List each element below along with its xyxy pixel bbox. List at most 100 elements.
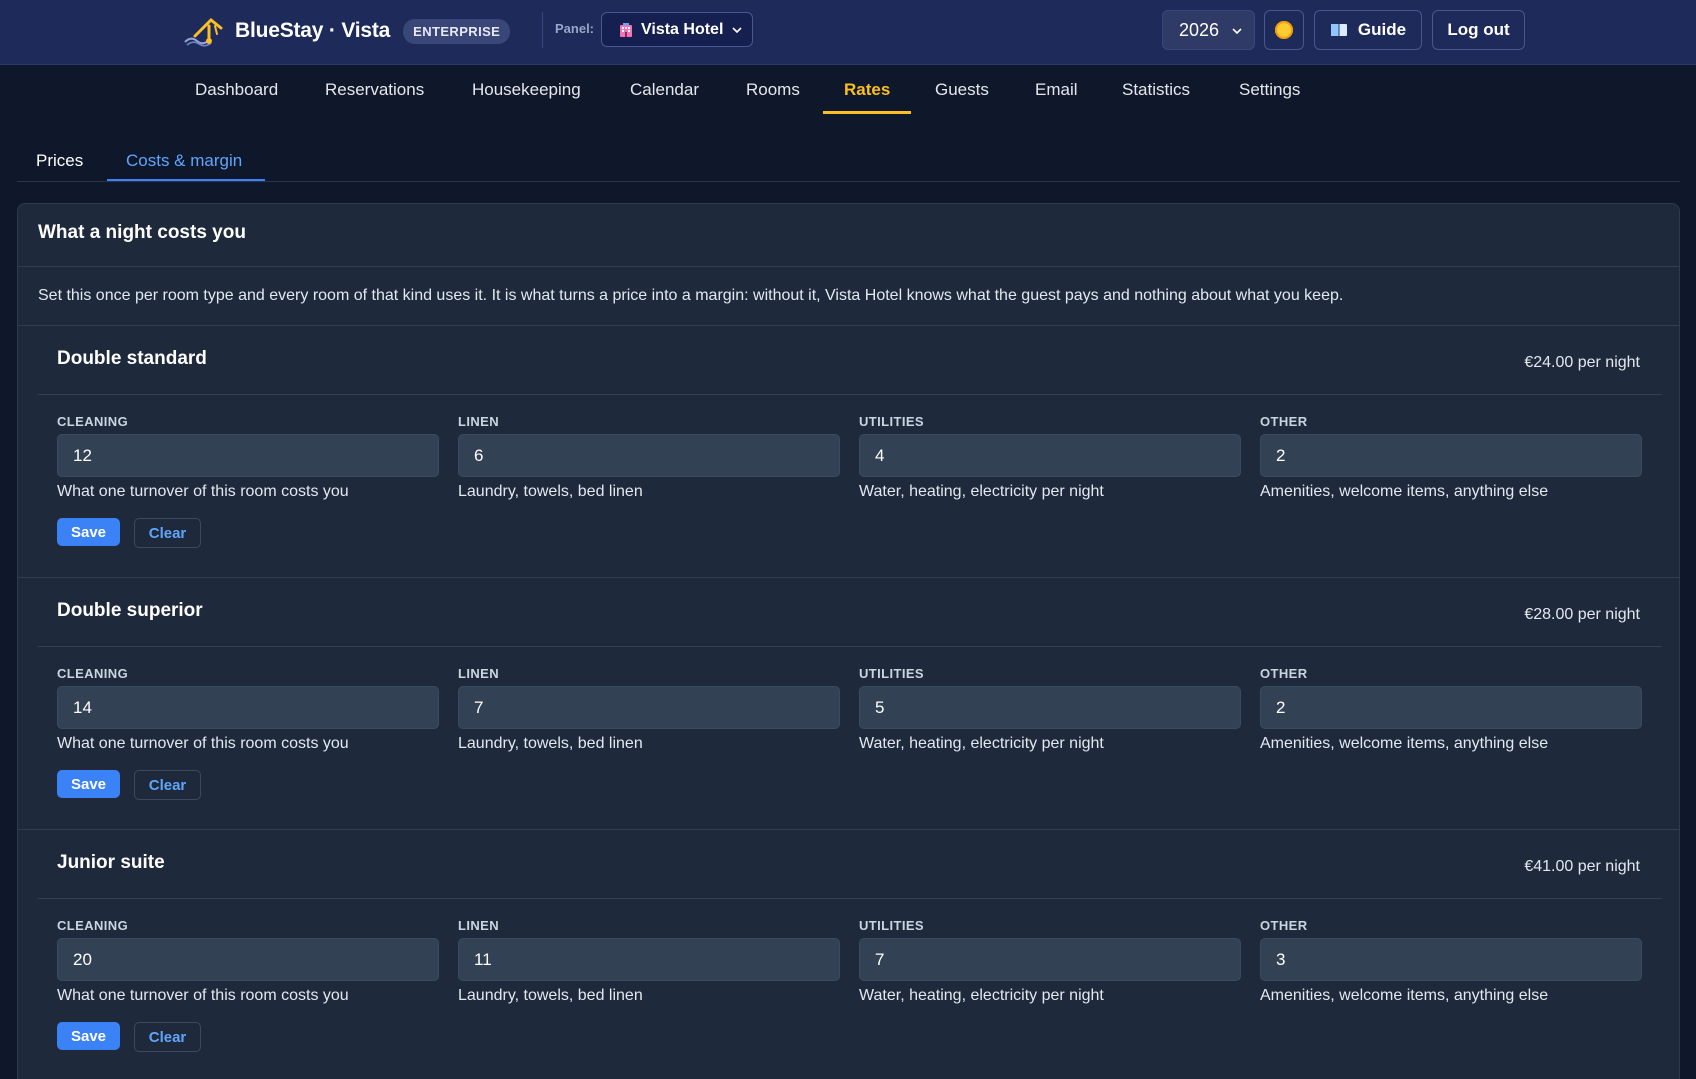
- linen-input[interactable]: [458, 434, 840, 477]
- cleaning-hint: What one turnover of this room costs you: [57, 987, 349, 1004]
- chevron-down-icon: [732, 27, 742, 34]
- nav-settings[interactable]: Settings: [1239, 65, 1300, 114]
- utilities-hint: Water, heating, electricity per night: [859, 735, 1104, 752]
- other-label: OTHER: [1260, 666, 1308, 681]
- room-cost-section: Junior suite €41.00 per night CLEANING W…: [18, 830, 1679, 1079]
- room-cost-section: Double standard €24.00 per night CLEANIN…: [18, 326, 1679, 578]
- room-name: Junior suite: [57, 852, 165, 873]
- nav-dashboard[interactable]: Dashboard: [195, 65, 278, 114]
- room-total: €24.00 per night: [1524, 354, 1640, 371]
- cleaning-hint: What one turnover of this room costs you: [57, 483, 349, 500]
- cleaning-input[interactable]: [57, 434, 439, 477]
- linen-field: LINEN Laundry, towels, bed linen: [458, 414, 840, 501]
- utilities-hint: Water, heating, electricity per night: [859, 987, 1104, 1004]
- nav-calendar[interactable]: Calendar: [630, 65, 699, 114]
- nav-email[interactable]: Email: [1035, 65, 1078, 114]
- save-button[interactable]: Save: [57, 1022, 120, 1050]
- hotel-icon: [620, 22, 632, 37]
- linen-label: LINEN: [458, 666, 499, 681]
- linen-input[interactable]: [458, 938, 840, 981]
- utilities-field: UTILITIES Water, heating, electricity pe…: [859, 918, 1241, 1005]
- costs-card: What a night costs you Set this once per…: [17, 203, 1680, 1079]
- cleaning-field: CLEANING What one turnover of this room …: [57, 918, 439, 1005]
- nav-housekeeping[interactable]: Housekeeping: [472, 65, 581, 114]
- room-name: Double standard: [57, 348, 207, 369]
- other-field: OTHER Amenities, welcome items, anything…: [1260, 918, 1642, 1005]
- divider: [18, 266, 1679, 267]
- clear-button[interactable]: Clear: [134, 518, 201, 548]
- bluestay-logo-icon: [184, 17, 223, 47]
- sun-icon: [1275, 21, 1293, 39]
- main-nav: Dashboard Reservations Housekeeping Cale…: [0, 65, 1696, 115]
- clear-button[interactable]: Clear: [134, 1022, 201, 1052]
- guide-button[interactable]: Guide: [1314, 10, 1422, 50]
- cleaning-input[interactable]: [57, 938, 439, 981]
- tab-active-indicator: [107, 179, 265, 181]
- cleaning-label: CLEANING: [57, 666, 129, 681]
- nav-guests[interactable]: Guests: [935, 65, 989, 114]
- divider: [38, 394, 1662, 395]
- cleaning-hint: What one turnover of this room costs you: [57, 735, 349, 752]
- logout-button[interactable]: Log out: [1432, 10, 1525, 50]
- cleaning-label: CLEANING: [57, 414, 129, 429]
- nav-active-indicator: [823, 111, 911, 114]
- panel-value: Vista Hotel: [641, 20, 724, 38]
- cleaning-label: CLEANING: [57, 918, 129, 933]
- utilities-hint: Water, heating, electricity per night: [859, 483, 1104, 500]
- linen-field: LINEN Laundry, towels, bed linen: [458, 666, 840, 753]
- other-input[interactable]: [1260, 938, 1642, 981]
- utilities-input[interactable]: [859, 434, 1241, 477]
- tab-prices[interactable]: Prices: [36, 140, 83, 181]
- year-value: 2026: [1179, 19, 1220, 40]
- linen-hint: Laundry, towels, bed linen: [458, 987, 643, 1004]
- year-select[interactable]: 2026: [1162, 10, 1255, 50]
- linen-hint: Laundry, towels, bed linen: [458, 483, 643, 500]
- other-field: OTHER Amenities, welcome items, anything…: [1260, 414, 1642, 501]
- other-label: OTHER: [1260, 414, 1308, 429]
- utilities-label: UTILITIES: [859, 414, 924, 429]
- clear-button[interactable]: Clear: [134, 770, 201, 800]
- utilities-field: UTILITIES Water, heating, electricity pe…: [859, 666, 1241, 753]
- plan-badge: ENTERPRISE: [403, 18, 511, 44]
- utilities-input[interactable]: [859, 938, 1241, 981]
- tab-costs-margin[interactable]: Costs & margin: [126, 140, 242, 181]
- nav-reservations[interactable]: Reservations: [325, 65, 424, 114]
- other-hint: Amenities, welcome items, anything else: [1260, 987, 1549, 1004]
- other-input[interactable]: [1260, 434, 1642, 477]
- nav-rooms[interactable]: Rooms: [746, 65, 800, 114]
- panel-label: Panel:: [555, 21, 595, 36]
- brand[interactable]: BlueStay · Vista ENTERPRISE: [181, 14, 511, 48]
- card-title: What a night costs you: [38, 222, 246, 243]
- other-hint: Amenities, welcome items, anything else: [1260, 735, 1549, 752]
- room-total: €41.00 per night: [1524, 858, 1640, 875]
- panel-select[interactable]: Vista Hotel: [601, 12, 753, 47]
- linen-field: LINEN Laundry, towels, bed linen: [458, 918, 840, 1005]
- chevron-down-icon: [1232, 28, 1242, 35]
- divider: [38, 646, 1662, 647]
- book-icon: [1330, 24, 1347, 36]
- nav-rates[interactable]: Rates: [844, 65, 890, 114]
- other-hint: Amenities, welcome items, anything else: [1260, 483, 1549, 500]
- save-button[interactable]: Save: [57, 518, 120, 546]
- cleaning-field: CLEANING What one turnover of this room …: [57, 666, 439, 753]
- card-description: Set this once per room type and every ro…: [38, 287, 1344, 304]
- other-label: OTHER: [1260, 918, 1308, 933]
- nav-statistics[interactable]: Statistics: [1122, 65, 1190, 114]
- utilities-field: UTILITIES Water, heating, electricity pe…: [859, 414, 1241, 501]
- sub-tabs: Prices Costs & margin: [17, 140, 1680, 182]
- linen-label: LINEN: [458, 918, 499, 933]
- linen-input[interactable]: [458, 686, 840, 729]
- utilities-label: UTILITIES: [859, 918, 924, 933]
- cleaning-field: CLEANING What one turnover of this room …: [57, 414, 439, 501]
- divider: [38, 898, 1662, 899]
- cleaning-input[interactable]: [57, 686, 439, 729]
- utilities-label: UTILITIES: [859, 666, 924, 681]
- save-button[interactable]: Save: [57, 770, 120, 798]
- other-field: OTHER Amenities, welcome items, anything…: [1260, 666, 1642, 753]
- room-total: €28.00 per night: [1524, 606, 1640, 623]
- brand-name: BlueStay · Vista: [235, 19, 391, 42]
- other-input[interactable]: [1260, 686, 1642, 729]
- theme-toggle-button[interactable]: [1264, 10, 1304, 50]
- utilities-input[interactable]: [859, 686, 1241, 729]
- linen-hint: Laundry, towels, bed linen: [458, 735, 643, 752]
